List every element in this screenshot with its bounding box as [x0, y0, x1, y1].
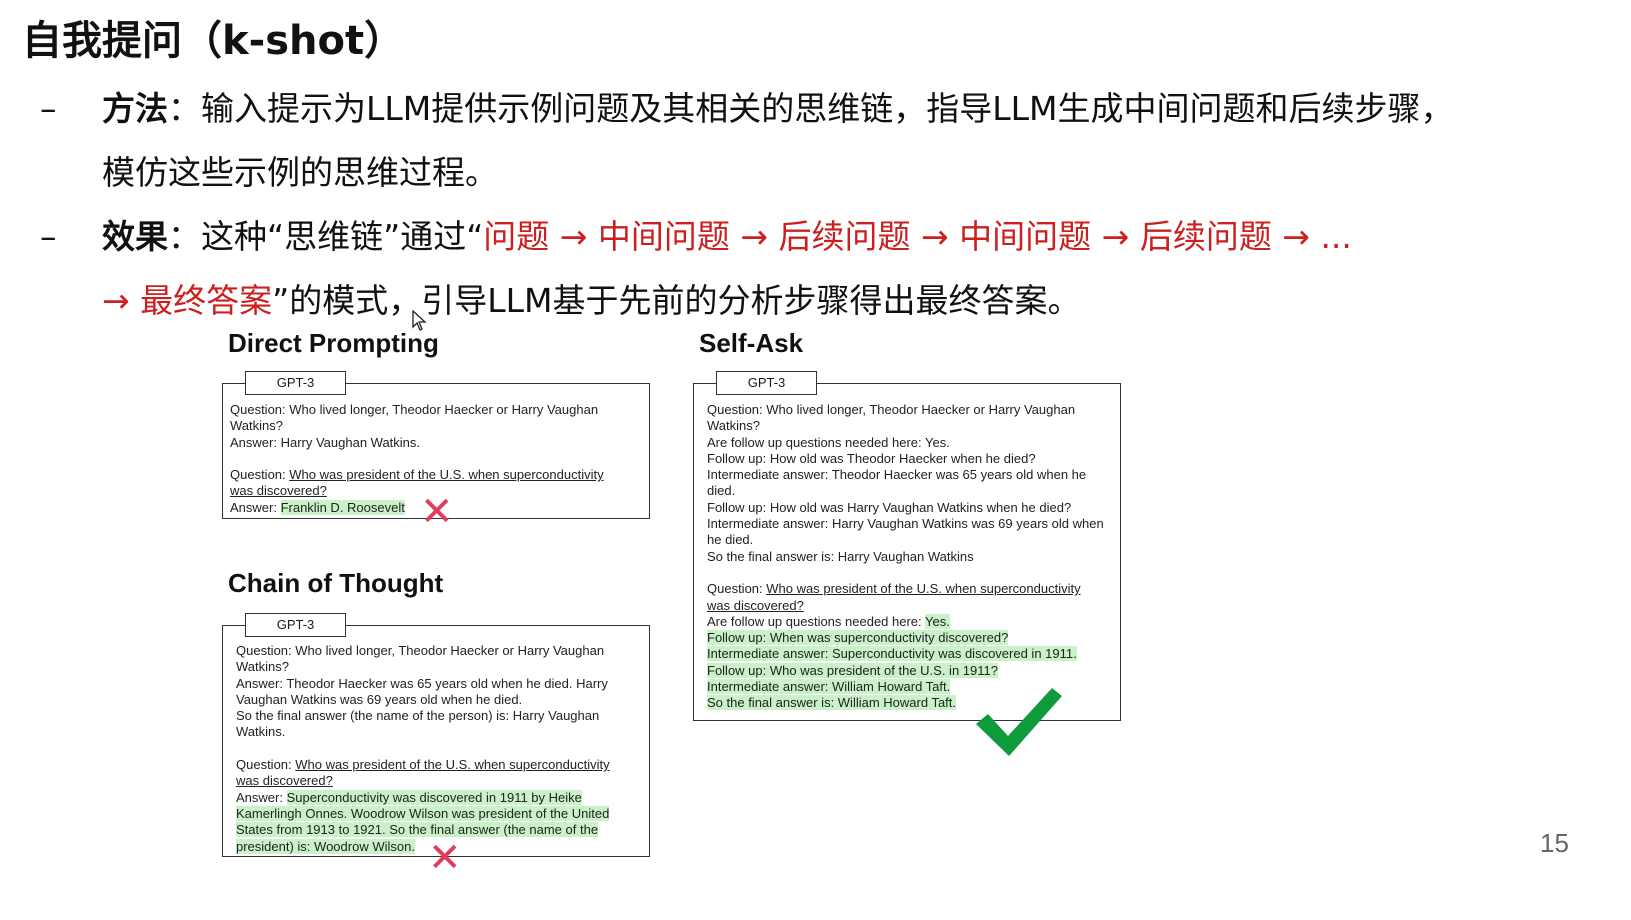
- effect-final-answer: → 最终答案: [102, 281, 273, 320]
- text-line: Question: Who lived longer, Theodor Haec…: [707, 402, 1076, 417]
- direct-prompt-text: Question: Who lived longer, Theodor Haec…: [230, 402, 604, 516]
- answer-line: Answer: Franklin D. Roosevelt: [230, 499, 405, 515]
- wrong-x-icon: ✕: [420, 489, 454, 535]
- cot-prompt-text: Question: Who lived longer, Theodor Haec…: [236, 643, 610, 855]
- text-line: Intermediate answer: Theodor Haecker was…: [707, 467, 1087, 483]
- text-line: he died.: [707, 532, 754, 548]
- answer-line: Answer: Superconductivity was discovered…: [236, 789, 582, 805]
- effect-text-end: ”的模式，引导LLM基于先前的分析步骤得出最终答案。: [272, 281, 1081, 320]
- highlighted-line: Intermediate answer: Superconductivity w…: [707, 646, 1077, 662]
- question-line: was discovered?: [236, 773, 333, 789]
- text-line: Watkins?: [236, 659, 289, 675]
- bullet-dash: –: [40, 89, 57, 128]
- text-line: Question: Who lived longer, Theodor Haec…: [230, 402, 599, 417]
- effect-label: 效果: [102, 217, 168, 256]
- text-line: Answer: Harry Vaughan Watkins.: [230, 434, 421, 450]
- method-text: ：输入提示为LLM提供示例问题及其相关的思维链，指导LLM生成中间问题和后续步骤…: [168, 89, 1454, 128]
- text-line: Watkins?: [707, 418, 760, 434]
- highlighted-line: Follow up: When was superconductivity di…: [707, 630, 1009, 646]
- text-line: died.: [707, 483, 736, 499]
- chain-of-thought-heading: Chain of Thought: [228, 568, 444, 598]
- question-line: Question: Who was president of the U.S. …: [230, 467, 604, 483]
- text-line: Vaughan Watkins was 69 years old when he…: [236, 691, 523, 707]
- followup-needed-line: Are follow up questions needed here: Yes…: [707, 613, 950, 629]
- wrong-x-icon: ✕: [428, 835, 462, 881]
- question-line: Question: Who was president of the U.S. …: [236, 757, 610, 773]
- self-ask-heading: Self-Ask: [699, 328, 804, 358]
- text-line: Question: Who lived longer, Theodor Haec…: [236, 643, 605, 658]
- text-line: Are follow up questions needed here: Yes…: [707, 434, 950, 450]
- text-line: Intermediate answer: Harry Vaughan Watki…: [707, 516, 1104, 532]
- bullet-dash: –: [40, 217, 57, 256]
- question-line: was discovered?: [707, 597, 804, 613]
- effect-chain: 问题 → 中间问题 → 后续问题 → 中间问题 → 后续问题 → ...: [483, 217, 1352, 256]
- question-line: Question: Who was president of the U.S. …: [707, 581, 1081, 597]
- text-line: Watkins?: [230, 418, 283, 434]
- selfask-prompt-text: Question: Who lived longer, Theodor Haec…: [707, 402, 1104, 712]
- answer-line: Kamerlingh Onnes. Woodrow Wilson was pre…: [236, 805, 610, 821]
- method-label: 方法: [102, 89, 168, 128]
- slide-title: 自我提问（k-shot）: [22, 18, 405, 64]
- highlighted-line: Follow up: Who was president of the U.S.…: [707, 662, 998, 678]
- direct-gpt3-tab: GPT-3: [245, 371, 346, 395]
- effect-text-continued: → 最终答案”的模式，引导LLM基于先前的分析步骤得出最终答案。: [102, 274, 1080, 322]
- method-text-continued: 模仿这些示例的思维过程。: [102, 153, 498, 192]
- bullet-effect: – 效果：这种“思维链”通过“问题 → 中间问题 → 后续问题 → 中间问题 → …: [40, 210, 1352, 258]
- text-line: So the final answer is: Harry Vaughan Wa…: [707, 548, 974, 564]
- correct-check-icon: [976, 688, 1062, 756]
- text-line: Answer: Theodor Haecker was 65 years old…: [236, 675, 608, 691]
- cot-gpt3-tab: GPT-3: [245, 613, 346, 637]
- page-number: 15: [1540, 828, 1569, 858]
- effect-text: ：这种“思维链”通过“: [168, 217, 484, 256]
- bullet-method: – 方法：输入提示为LLM提供示例问题及其相关的思维链，指导LLM生成中间问题和后…: [40, 82, 1454, 130]
- direct-prompting-heading: Direct Prompting: [228, 328, 439, 358]
- answer-line: president) is: Woodrow Wilson.: [236, 838, 415, 854]
- question-line: was discovered?: [230, 483, 327, 499]
- text-line: Watkins.: [236, 724, 286, 740]
- text-line: Follow up: How old was Harry Vaughan Wat…: [707, 499, 1072, 515]
- text-line: So the final answer (the name of the per…: [236, 708, 600, 724]
- text-line: Follow up: How old was Theodor Haecker w…: [707, 450, 1036, 466]
- selfask-gpt3-tab: GPT-3: [716, 371, 817, 395]
- answer-line: States from 1913 to 1921. So the final a…: [236, 822, 599, 838]
